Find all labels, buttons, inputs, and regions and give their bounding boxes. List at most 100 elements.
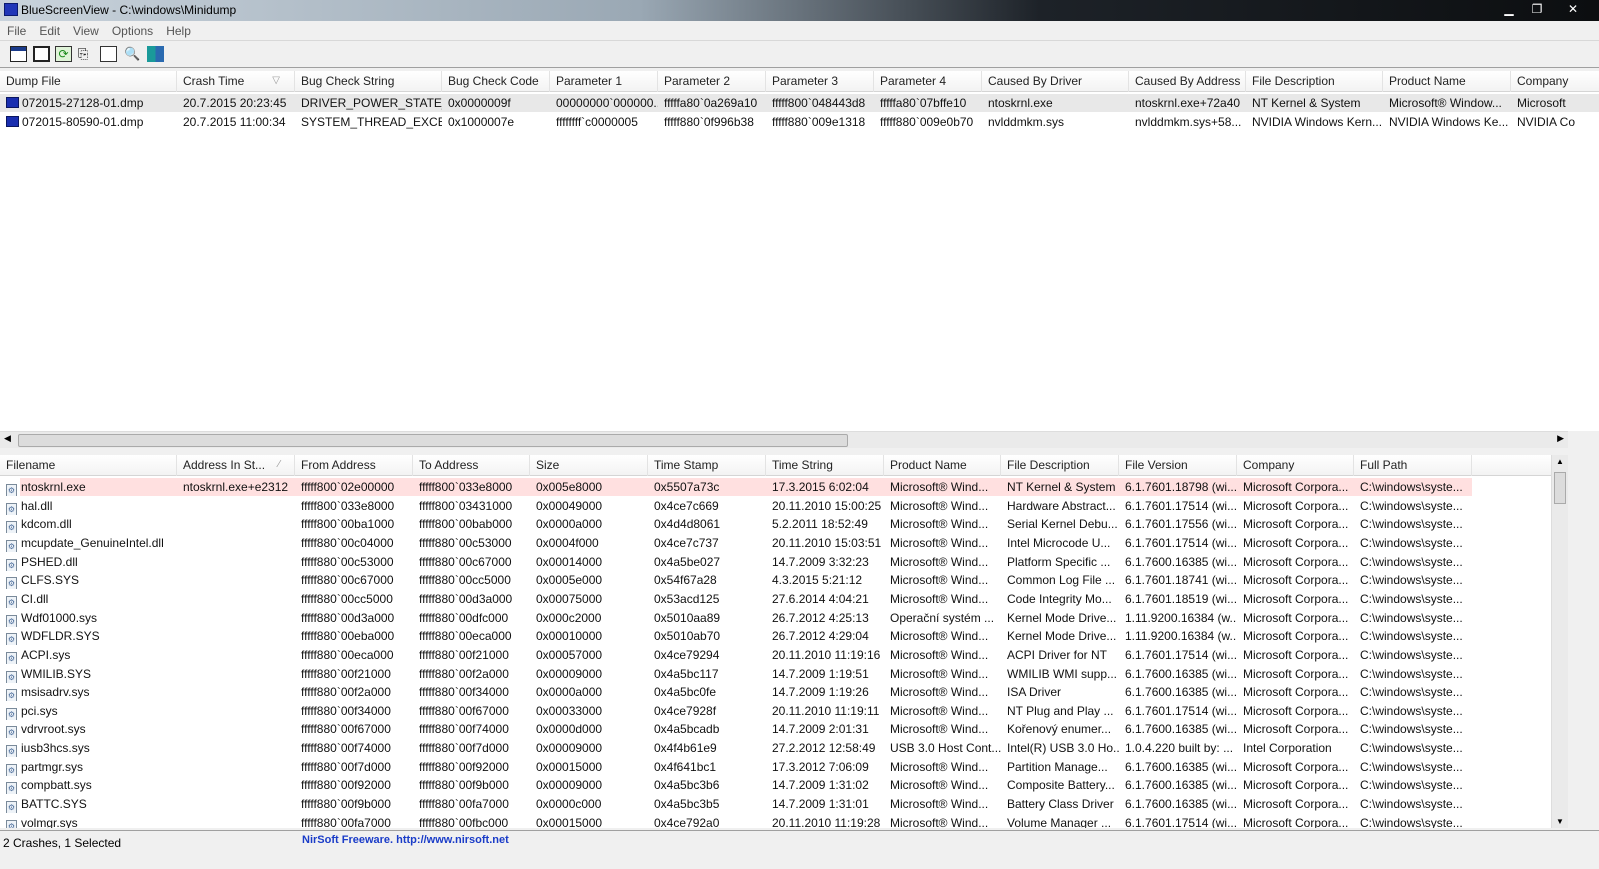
- table-cell: ntoskrnl.exe+e2312: [177, 478, 295, 496]
- module-list[interactable]: Filename Address In St... ⁄ From Address To …: [0, 455, 1551, 828]
- table-cell: ⚙ vdrvroot.sys: [0, 720, 177, 739]
- column-header-row: Filename Address In St... ⁄ From Address To …: [0, 455, 1551, 476]
- save-icon[interactable]: [33, 46, 50, 62]
- module-row[interactable]: ⚙ volmgr.sys fffff880`00fa7000 fffff880`00f…: [0, 814, 1551, 828]
- scroll-thumb[interactable]: [1554, 472, 1566, 504]
- crash-row[interactable]: 072015-27128-01.dmp 20.7.2015 20:23:45 DRI…: [0, 94, 1599, 112]
- refresh-icon[interactable]: ⟳: [55, 46, 72, 62]
- scroll-down-arrow[interactable]: ▼: [1556, 817, 1564, 826]
- module-row[interactable]: ⚙ kdcom.dll fffff800`00ba1000 fffff800`00ba…: [0, 515, 1551, 534]
- cell-text: 0x4ce7928f: [654, 703, 717, 718]
- cell-text: fffff880`00f9b000: [301, 797, 391, 812]
- module-row[interactable]: ⚙ iusb3hcs.sys fffff880`00f74000 fffff880`0…: [0, 739, 1551, 758]
- horizontal-scrollbar[interactable]: ◀ ▶: [0, 431, 1568, 448]
- column-header[interactable]: Filename: [0, 455, 177, 476]
- column-header[interactable]: Parameter 3: [766, 71, 874, 92]
- menu-edit[interactable]: Edit: [32, 21, 66, 38]
- menu-view[interactable]: View: [66, 21, 105, 38]
- scroll-up-arrow[interactable]: ▲: [1556, 457, 1564, 466]
- properties-icon[interactable]: [100, 46, 117, 62]
- column-header[interactable]: To Address: [413, 455, 530, 476]
- vertical-scrollbar[interactable]: ▲ ▼: [1551, 455, 1568, 828]
- column-header[interactable]: File Version: [1119, 455, 1237, 476]
- maximize-button[interactable]: ❐: [1525, 0, 1549, 18]
- module-row[interactable]: ⚙ Wdf01000.sys fffff880`00d3a000 fffff880`0…: [0, 609, 1551, 627]
- table-cell: ⚙ msisadrv.sys: [0, 683, 177, 702]
- module-row[interactable]: ⚙ PSHED.dll fffff880`00c53000 fffff880`00c6…: [0, 553, 1551, 571]
- table-cell: [177, 702, 295, 720]
- module-row[interactable]: ⚙ hal.dll fffff800`033e8000 fffff800`034310…: [0, 497, 1551, 515]
- menu-options[interactable]: Options: [105, 21, 159, 38]
- column-header[interactable]: Company: [1237, 455, 1354, 476]
- column-header[interactable]: Dump File: [0, 71, 177, 92]
- cell-text: Intel Microcode U...: [1007, 535, 1111, 550]
- scroll-thumb[interactable]: [18, 434, 848, 447]
- module-row[interactable]: ⚙ WMILIB.SYS fffff880`00f21000 fffff880`00f…: [0, 665, 1551, 683]
- crash-row[interactable]: 072015-80590-01.dmp 20.7.2015 11:00:34 SYS…: [0, 113, 1599, 131]
- scroll-left-arrow[interactable]: ◀: [4, 433, 11, 444]
- module-row[interactable]: ⚙ partmgr.sys fffff880`00f7d000 fffff880`00…: [0, 758, 1551, 776]
- module-row[interactable]: ⚙ mcupdate_GenuineIntel.dll fffff880`00c04…: [0, 534, 1551, 552]
- cell-text: 14.7.2009 3:32:23: [772, 554, 869, 569]
- column-header[interactable]: Caused By Driver: [982, 71, 1129, 92]
- column-header[interactable]: Time String: [766, 455, 884, 476]
- column-header[interactable]: Product Name: [884, 455, 1001, 476]
- table-cell: Microsoft® Wind...: [884, 590, 1001, 608]
- column-header[interactable]: Parameter 2: [658, 71, 766, 92]
- column-header-label: File Version: [1125, 458, 1188, 472]
- minimize-button[interactable]: ▁: [1497, 0, 1521, 18]
- table-cell: Partition Manage...: [1001, 758, 1119, 776]
- close-button[interactable]: ✕: [1553, 0, 1593, 18]
- crash-list[interactable]: Dump File Crash Time ▽ Bug Check String Bug …: [0, 71, 1599, 431]
- column-header[interactable]: Company: [1511, 71, 1599, 92]
- module-row[interactable]: ⚙ compbatt.sys fffff880`00f92000 fffff880`0…: [0, 776, 1551, 795]
- table-cell: Microsoft Corpora...: [1237, 758, 1354, 776]
- cell-text: compbatt.sys: [21, 778, 92, 793]
- column-header[interactable]: File Description: [1246, 71, 1383, 92]
- module-row[interactable]: ⚙ WDFLDR.SYS fffff880`00eba000 fffff880`00e…: [0, 627, 1551, 646]
- column-header[interactable]: Size: [530, 455, 648, 476]
- column-header[interactable]: Parameter 4: [874, 71, 982, 92]
- column-header[interactable]: Full Path: [1354, 455, 1472, 476]
- column-header[interactable]: Parameter 1: [550, 71, 658, 92]
- column-header[interactable]: Caused By Address: [1129, 71, 1246, 92]
- table-cell: Microsoft® Wind...: [884, 534, 1001, 552]
- module-row[interactable]: ⚙ vdrvroot.sys fffff880`00f67000 fffff880`0…: [0, 720, 1551, 739]
- menu-help[interactable]: Help: [159, 21, 197, 38]
- module-row[interactable]: ⚙ pci.sys fffff880`00f34000 fffff880`00f670…: [0, 702, 1551, 720]
- column-header-label: Size: [536, 458, 560, 472]
- column-header[interactable]: From Address: [295, 455, 413, 476]
- menu-file[interactable]: File: [0, 21, 32, 38]
- module-row[interactable]: ⚙ ntoskrnl.exe ntoskrnl.exe+e2312 fffff800`…: [0, 478, 1551, 496]
- nirsoft-link[interactable]: NirSoft Freeware. http://www.nirsoft.net: [302, 834, 509, 846]
- exit-icon[interactable]: [147, 46, 164, 62]
- copy-icon[interactable]: ⎘: [78, 46, 95, 62]
- table-cell: 6.1.7600.16385 (wi...: [1119, 776, 1237, 794]
- scroll-right-arrow[interactable]: ▶: [1557, 433, 1564, 444]
- column-header[interactable]: Time Stamp: [648, 455, 766, 476]
- column-header[interactable]: File Description: [1001, 455, 1119, 476]
- table-cell: Kernel Mode Drive...: [1001, 609, 1119, 627]
- module-row[interactable]: ⚙ msisadrv.sys fffff880`00f2a000 fffff880`0…: [0, 683, 1551, 702]
- table-cell: [177, 720, 295, 738]
- column-header[interactable]: Crash Time ▽: [177, 71, 295, 92]
- module-row[interactable]: ⚙ ACPI.sys fffff880`00eca000 fffff880`00f21…: [0, 646, 1551, 664]
- column-header-label: Company: [1517, 74, 1569, 88]
- cell-text: Microsoft® Wind...: [890, 685, 989, 700]
- module-row[interactable]: ⚙ CI.dll fffff880`00cc5000 fffff880`00d3a00…: [0, 590, 1551, 608]
- window-title: BlueScreenView - C:\windows\Minidump: [21, 3, 237, 17]
- module-row[interactable]: ⚙ CLFS.SYS fffff880`00c67000 fffff880`00cc5…: [0, 571, 1551, 590]
- column-header[interactable]: Bug Check Code: [442, 71, 550, 92]
- cell-text: C:\windows\syste...: [1360, 480, 1463, 494]
- cell-text: C:\windows\syste...: [1360, 815, 1463, 828]
- options-icon[interactable]: [10, 46, 27, 62]
- module-row[interactable]: ⚙ BATTC.SYS fffff880`00f9b000 fffff880`00fa…: [0, 795, 1551, 814]
- column-header[interactable]: Bug Check String: [295, 71, 442, 92]
- cell-text: Hardware Abstract...: [1007, 498, 1116, 513]
- table-cell: 0x0004f000: [530, 534, 648, 552]
- find-icon[interactable]: 🔍: [124, 46, 141, 62]
- column-header[interactable]: Product Name: [1383, 71, 1511, 92]
- column-header[interactable]: Address In St... ⁄: [177, 455, 295, 476]
- cell-text: fffff800`048443d8: [772, 96, 866, 110]
- cell-text: Microsoft Corpora...: [1243, 535, 1349, 550]
